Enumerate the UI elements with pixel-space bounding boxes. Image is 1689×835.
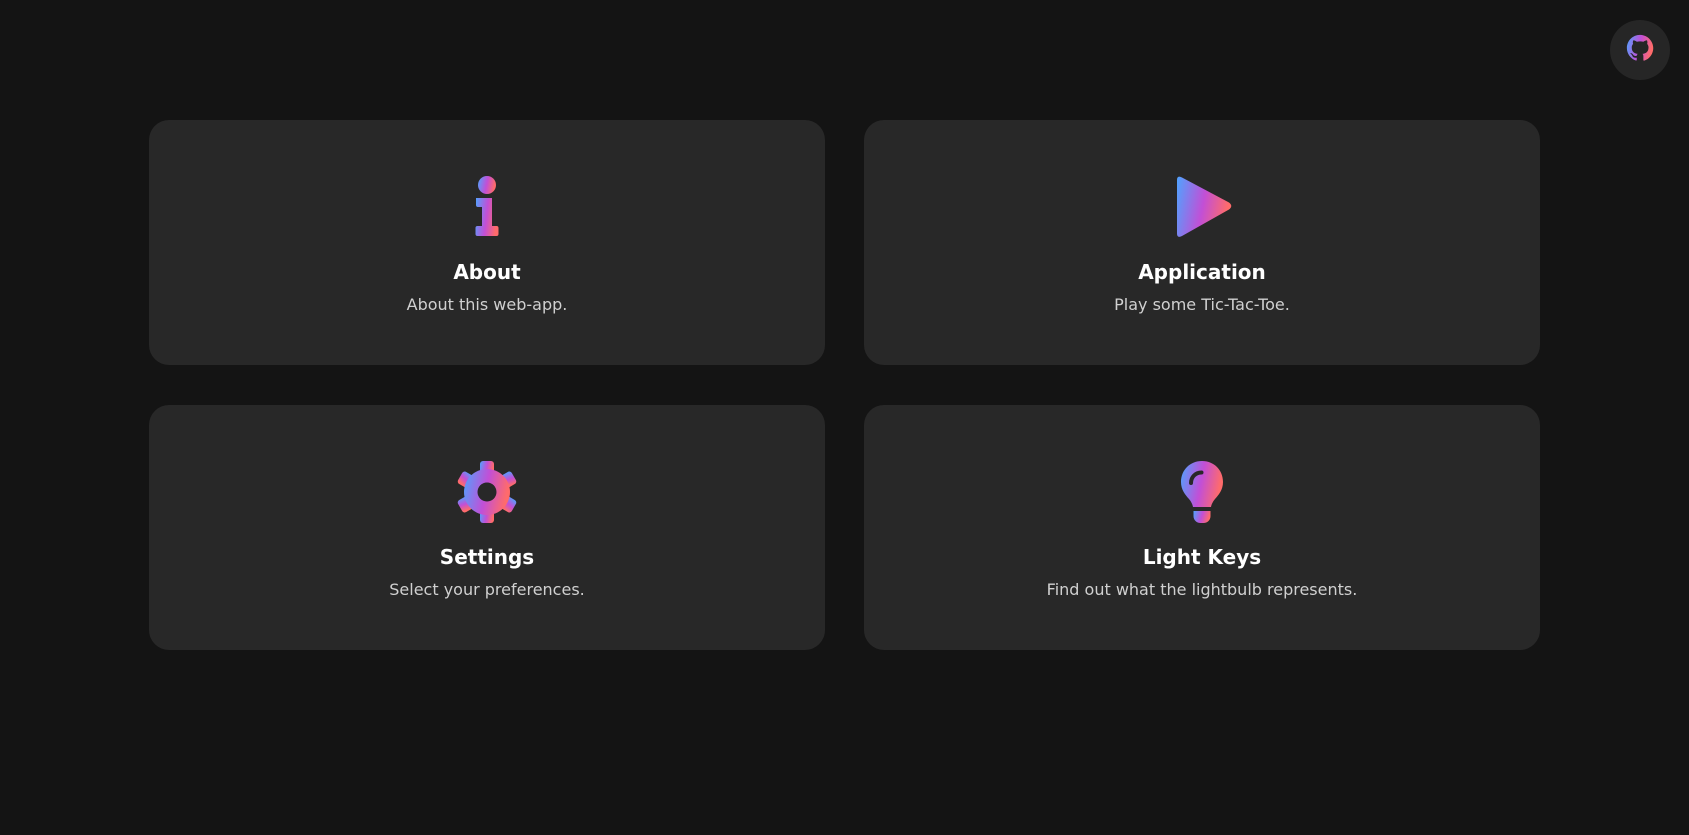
settings-title: Settings xyxy=(439,545,535,569)
light-keys-description: Find out what the lightbulb represents. xyxy=(1046,580,1358,599)
about-card[interactable]: About About this web-app. xyxy=(149,120,825,365)
settings-card[interactable]: Settings Select your preferences. xyxy=(149,405,825,650)
lightbulb-icon xyxy=(1169,459,1235,525)
application-title: Application xyxy=(1138,260,1266,284)
about-description: About this web-app. xyxy=(406,295,568,314)
info-icon xyxy=(454,174,520,240)
about-title: About xyxy=(453,260,521,284)
menu-grid: About About this web-app. Application Pl… xyxy=(149,120,1540,650)
gear-icon xyxy=(454,459,520,525)
settings-description: Select your preferences. xyxy=(389,580,585,599)
light-keys-card[interactable]: Light Keys Find out what the lightbulb r… xyxy=(864,405,1540,650)
light-keys-title: Light Keys xyxy=(1142,545,1262,569)
github-icon xyxy=(1625,33,1655,67)
application-card[interactable]: Application Play some Tic-Tac-Toe. xyxy=(864,120,1540,365)
play-icon xyxy=(1169,174,1235,240)
application-description: Play some Tic-Tac-Toe. xyxy=(1114,295,1290,314)
github-link-button[interactable] xyxy=(1610,20,1670,80)
